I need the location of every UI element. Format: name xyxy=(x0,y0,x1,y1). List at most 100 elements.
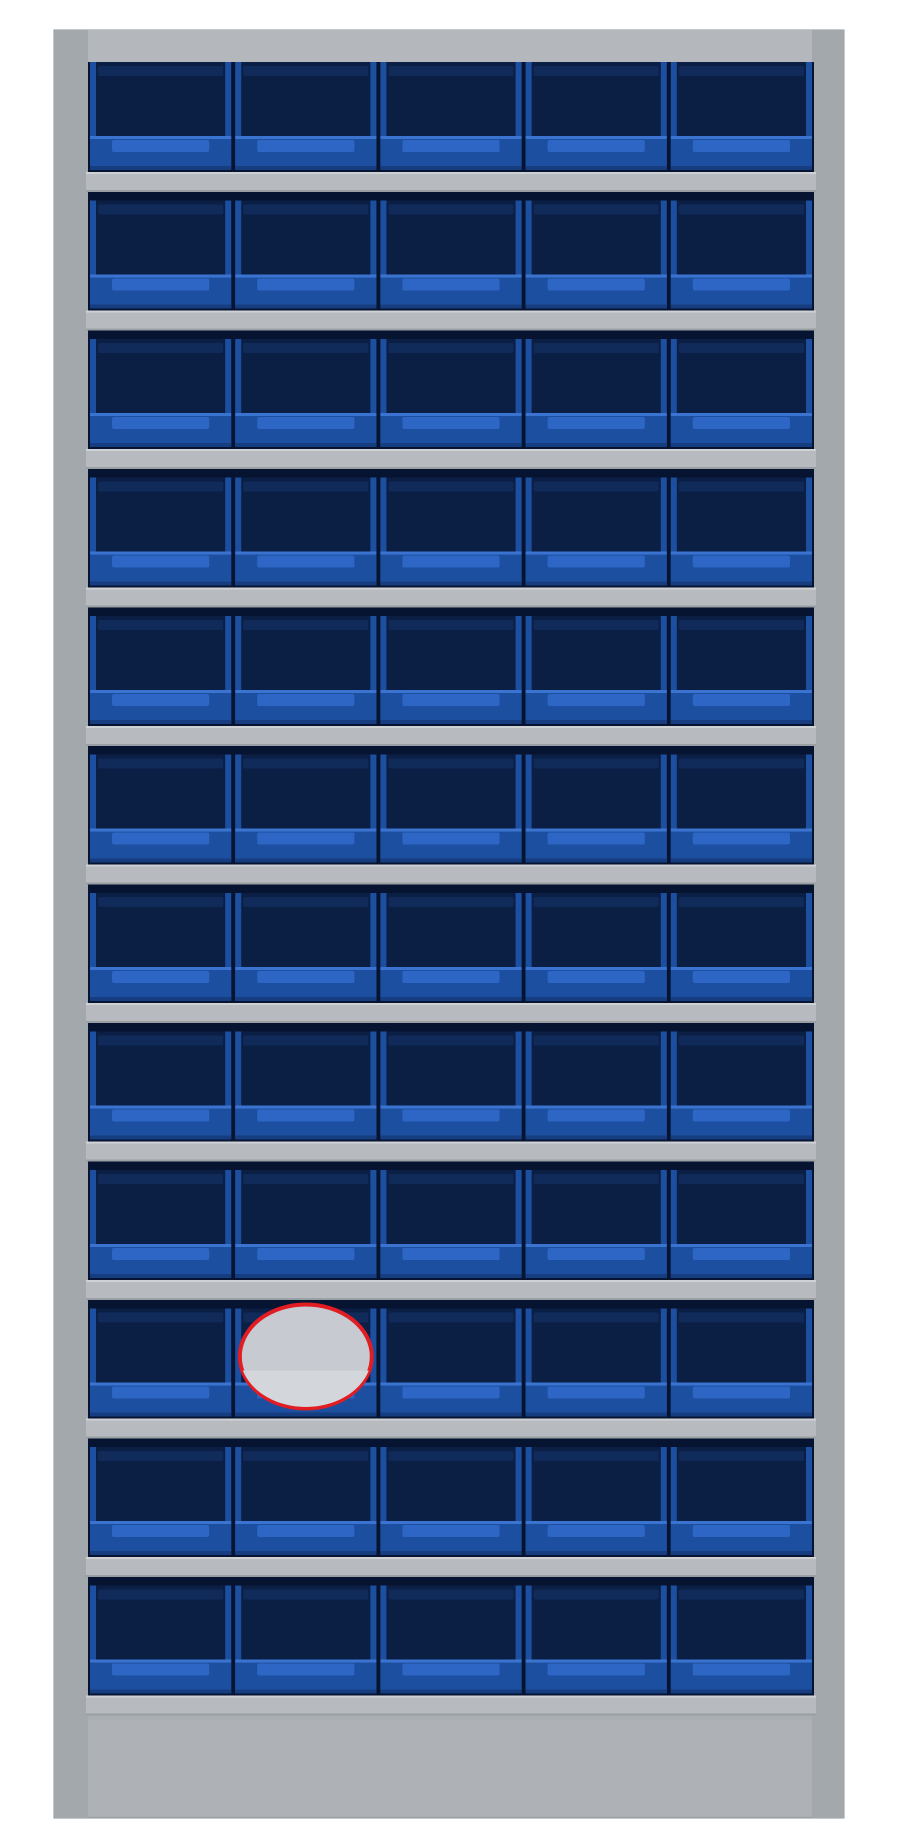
bin-label-slot xyxy=(692,555,790,568)
bin-front-lip xyxy=(235,413,377,416)
bin-bottom-edge xyxy=(670,1274,812,1278)
bin-label-slot xyxy=(112,1109,210,1122)
bin-bottom-edge xyxy=(380,1551,522,1555)
bin-bottom-edge xyxy=(90,1412,232,1417)
storage-bin xyxy=(380,1170,522,1278)
bin-front-lip xyxy=(525,1105,667,1109)
bin-label-slot xyxy=(402,417,500,429)
bin-bottom-edge xyxy=(670,166,812,170)
storage-bin xyxy=(235,1585,377,1694)
bin-back-lip xyxy=(388,1312,514,1323)
shelf-bottom-edge xyxy=(86,1575,816,1577)
bin-back-lip xyxy=(98,1035,224,1046)
bin-back-lip xyxy=(678,204,804,215)
shelf-bottom-edge xyxy=(86,1713,816,1716)
bin-back-lip xyxy=(388,758,514,769)
storage-bin xyxy=(235,1447,377,1555)
bin-front-lip xyxy=(380,1382,522,1386)
storage-bin xyxy=(670,754,812,863)
bin-front-lip xyxy=(90,967,232,970)
bin-bottom-edge xyxy=(90,1551,232,1555)
storage-bin xyxy=(525,339,667,447)
storage-bin xyxy=(90,339,232,447)
storage-bin xyxy=(235,1170,377,1278)
bin-label-slot xyxy=(257,971,355,983)
storage-bin xyxy=(525,1170,667,1278)
bin-front-lip xyxy=(525,1382,667,1386)
bin-front-lip xyxy=(90,413,232,416)
bin-front-lip xyxy=(380,136,522,139)
bin-back-lip xyxy=(98,66,224,76)
bin-back-lip xyxy=(388,204,514,215)
bin-back-lip xyxy=(533,897,659,907)
storage-bin xyxy=(380,62,522,170)
storage-bin xyxy=(525,1585,667,1694)
bin-back-lip xyxy=(98,758,224,769)
bin-label-slot xyxy=(402,140,500,152)
bin-front-lip xyxy=(525,1659,667,1663)
bin-label-slot xyxy=(692,417,790,429)
bin-label-slot xyxy=(547,1248,645,1260)
bin-back-lip xyxy=(533,1451,659,1461)
bin-bottom-edge xyxy=(235,1274,377,1278)
bin-label-slot xyxy=(547,832,645,845)
bin-label-slot xyxy=(402,1525,500,1537)
storage-bin xyxy=(90,1585,232,1694)
bin-back-lip xyxy=(678,1589,804,1600)
storage-bin xyxy=(670,62,812,170)
bin-bottom-edge xyxy=(90,581,232,586)
bin-label-slot xyxy=(692,1109,790,1122)
bin-label-slot xyxy=(692,694,790,706)
bin-back-lip xyxy=(388,1451,514,1461)
bin-back-lip xyxy=(388,1174,514,1184)
bin-label-slot xyxy=(112,278,210,291)
storage-bin xyxy=(525,1031,667,1140)
bin-front-lip xyxy=(380,967,522,970)
bin-back-lip xyxy=(98,1589,224,1600)
bin-back-lip xyxy=(533,1589,659,1600)
bin-front-lip xyxy=(525,274,667,278)
bin-back-lip xyxy=(98,481,224,492)
bin-back-lip xyxy=(678,1312,804,1323)
bin-bottom-edge xyxy=(525,443,667,447)
bin-bottom-edge xyxy=(670,1689,812,1694)
storage-bin xyxy=(235,616,377,724)
bin-bottom-edge xyxy=(235,443,377,447)
storage-bin xyxy=(525,1308,667,1417)
bin-bottom-edge xyxy=(235,997,377,1001)
bin-back-lip xyxy=(243,481,369,492)
bin-label-slot xyxy=(402,1109,500,1122)
bin-back-lip xyxy=(388,481,514,492)
storage-bin xyxy=(670,893,812,1001)
shelf-bottom-edge xyxy=(86,744,816,746)
storage-bin xyxy=(380,339,522,447)
bin-bottom-edge xyxy=(235,1135,377,1140)
bin-label-slot xyxy=(257,417,355,429)
shelf xyxy=(86,172,816,192)
bin-label-slot xyxy=(692,1525,790,1537)
bin-bottom-edge xyxy=(525,1274,667,1278)
storage-bin xyxy=(235,1031,377,1140)
bin-bottom-edge xyxy=(380,304,522,309)
shelf-top-edge xyxy=(86,449,816,451)
bin-bottom-edge xyxy=(670,443,812,447)
bin-bottom-edge xyxy=(670,1551,812,1555)
storage-bin xyxy=(380,893,522,1001)
bin-front-lip xyxy=(670,1105,812,1109)
storage-bin xyxy=(670,1585,812,1694)
bin-label-slot xyxy=(112,694,210,706)
bin-back-lip xyxy=(388,1035,514,1046)
bin-back-lip xyxy=(243,343,369,353)
bin-back-lip xyxy=(678,897,804,907)
storage-bin xyxy=(525,754,667,863)
bin-bottom-edge xyxy=(380,1689,522,1694)
shelf xyxy=(86,449,816,469)
bin-back-lip xyxy=(533,343,659,353)
bin-front-lip xyxy=(525,413,667,416)
storage-bin xyxy=(90,1170,232,1278)
bin-front-lip xyxy=(525,551,667,555)
bin-front-lip xyxy=(525,136,667,139)
bin-bottom-edge xyxy=(90,1135,232,1140)
shelf xyxy=(86,1003,816,1023)
storage-bin xyxy=(670,616,812,724)
